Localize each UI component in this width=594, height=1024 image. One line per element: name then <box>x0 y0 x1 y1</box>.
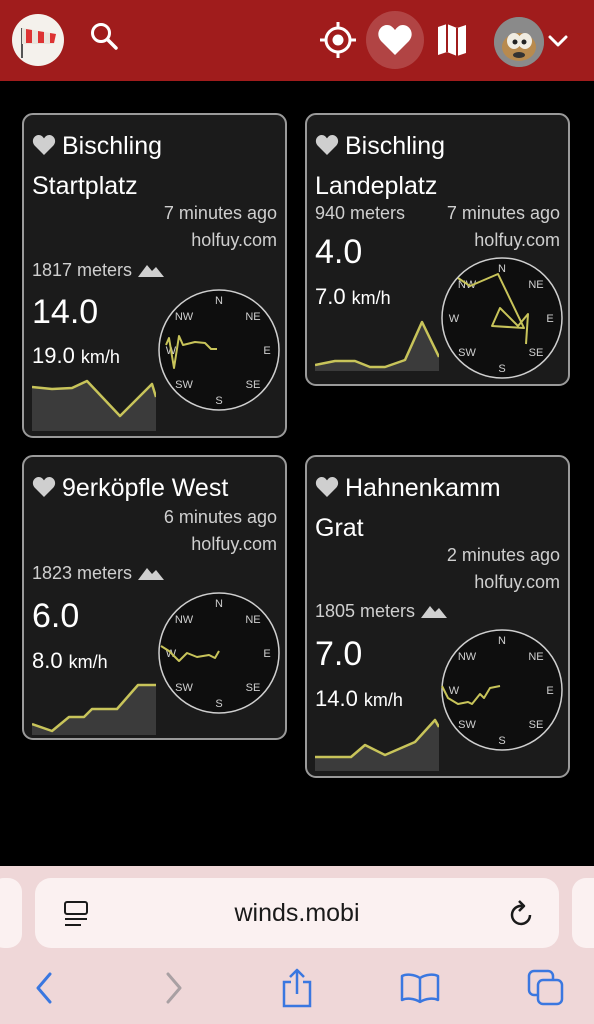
station-card[interactable]: Hahnenkamm Grat 2 minutes ago holfuy.com … <box>305 455 570 778</box>
heart-icon[interactable] <box>32 471 56 509</box>
svg-text:N: N <box>215 295 223 307</box>
mountain-icon <box>138 564 165 585</box>
station-name: 9erköpfle West <box>32 469 280 509</box>
source-link[interactable]: holfuy.com <box>474 230 560 251</box>
app-header <box>0 0 594 81</box>
wind-max: 14.0 km/h <box>315 686 403 711</box>
tabs-icon[interactable] <box>526 966 566 1010</box>
source-link[interactable]: holfuy.com <box>474 572 560 593</box>
svg-text:NE: NE <box>528 651 543 663</box>
svg-text:E: E <box>546 685 553 697</box>
altitude: 1823 meters <box>32 563 165 585</box>
svg-text:S: S <box>215 698 222 710</box>
windsock-icon[interactable] <box>12 14 64 66</box>
altitude: 1805 meters <box>315 601 448 623</box>
wind-average: 4.0 <box>315 233 363 271</box>
svg-text:W: W <box>449 313 460 325</box>
wind-direction-compass: NNE ESE SSW WNW <box>158 592 280 714</box>
wind-average: 14.0 <box>32 293 99 331</box>
svg-text:NW: NW <box>175 311 194 323</box>
chevron-down-icon[interactable] <box>546 30 570 52</box>
wind-direction-compass: N NE E SE S SW W NW <box>441 629 563 751</box>
wind-max: 19.0 km/h <box>32 343 120 368</box>
wind-max: 7.0 km/h <box>315 284 391 309</box>
svg-text:SE: SE <box>246 682 261 694</box>
svg-text:N: N <box>498 263 506 275</box>
source-link[interactable]: holfuy.com <box>191 534 277 555</box>
heart-icon[interactable] <box>315 129 339 167</box>
svg-text:N: N <box>215 598 223 610</box>
svg-text:E: E <box>263 345 270 357</box>
previous-tab[interactable] <box>0 878 22 948</box>
station-name: Bischling Startplatz <box>32 127 280 205</box>
crosshair-icon[interactable] <box>318 20 358 60</box>
station-name: Hahnenkamm Grat <box>315 469 563 547</box>
station-card[interactable]: 9erköpfle West 6 minutes ago holfuy.com … <box>22 455 287 740</box>
heart-icon[interactable] <box>32 129 56 167</box>
svg-text:NW: NW <box>458 651 477 663</box>
source-link[interactable]: holfuy.com <box>191 230 277 251</box>
station-card[interactable]: Bischling Landeplatz 940 meters 7 minutes… <box>305 113 570 386</box>
svg-text:SE: SE <box>529 719 544 731</box>
svg-text:NW: NW <box>175 614 194 626</box>
last-update: 6 minutes ago <box>163 507 277 527</box>
avatar[interactable] <box>494 17 544 67</box>
mountain-icon <box>138 261 165 282</box>
mountain-icon <box>421 602 448 623</box>
svg-text:E: E <box>263 648 270 660</box>
svg-text:SW: SW <box>458 719 476 731</box>
reload-icon[interactable] <box>509 900 535 933</box>
last-update: 7 minutes ago <box>163 203 277 223</box>
url-text[interactable]: winds.mobi <box>35 878 559 948</box>
station-name: Bischling Landeplatz <box>315 127 563 205</box>
svg-text:SE: SE <box>529 347 544 359</box>
svg-text:E: E <box>546 313 553 325</box>
share-icon[interactable] <box>277 966 317 1010</box>
back-arrow-icon[interactable] <box>24 966 64 1010</box>
svg-text:NE: NE <box>245 614 260 626</box>
svg-text:SW: SW <box>175 682 193 694</box>
wind-max: 8.0 km/h <box>32 648 108 673</box>
altitude: 1817 meters <box>32 260 165 282</box>
svg-text:N: N <box>498 635 506 647</box>
svg-text:S: S <box>498 735 505 747</box>
browser-toolbar: winds.mobi <box>0 866 594 1024</box>
svg-text:W: W <box>449 685 460 697</box>
svg-text:SW: SW <box>458 347 476 359</box>
svg-text:NE: NE <box>245 311 260 323</box>
next-tab[interactable] <box>572 878 594 948</box>
svg-text:S: S <box>215 395 222 407</box>
heart-icon[interactable] <box>376 22 414 58</box>
wind-direction-compass: NNE ESE SSW WNW <box>158 289 280 411</box>
wind-direction-compass: NNE ESE SSW WNW <box>441 257 563 379</box>
last-update: 7 minutes ago <box>446 203 560 223</box>
wind-history-chart <box>32 379 156 431</box>
svg-text:SW: SW <box>175 379 193 391</box>
wind-average: 7.0 <box>315 635 363 673</box>
wind-history-chart <box>315 718 439 771</box>
svg-text:SE: SE <box>246 379 261 391</box>
map-icon[interactable] <box>434 22 470 58</box>
wind-average: 6.0 <box>32 597 80 635</box>
reader-icon[interactable] <box>63 900 89 933</box>
svg-text:S: S <box>498 363 505 375</box>
address-bar[interactable]: winds.mobi <box>35 878 559 948</box>
search-icon[interactable] <box>86 18 122 54</box>
last-update: 2 minutes ago <box>446 545 560 565</box>
altitude: 940 meters <box>315 203 406 223</box>
book-icon[interactable] <box>400 966 440 1010</box>
svg-text:NE: NE <box>528 279 543 291</box>
heart-icon[interactable] <box>315 471 339 509</box>
wind-history-chart <box>32 683 156 735</box>
wind-history-chart <box>315 320 439 371</box>
forward-arrow-icon[interactable] <box>154 966 194 1010</box>
station-card[interactable]: Bischling Startplatz 7 minutes ago holfuy… <box>22 113 287 438</box>
